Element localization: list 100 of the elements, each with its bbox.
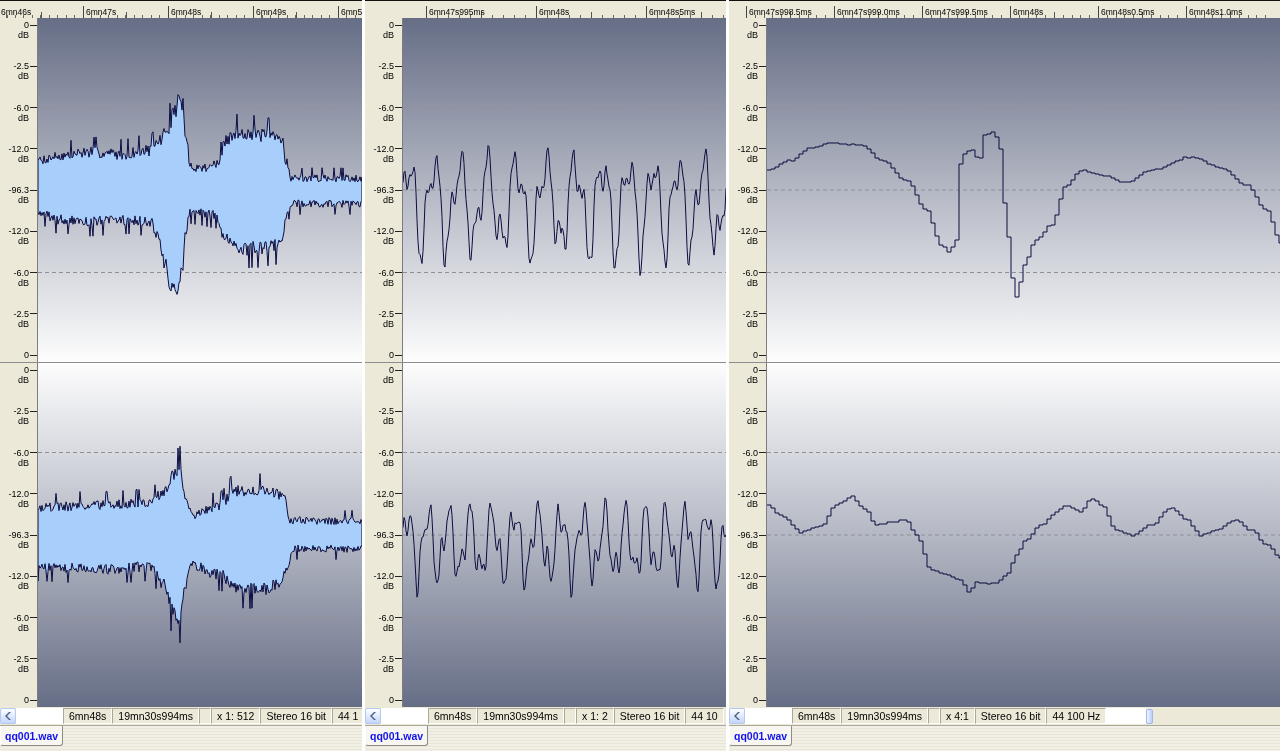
scale-value: -12.0 bbox=[737, 226, 758, 237]
scale-value: 0 bbox=[753, 20, 758, 30]
scale-unit: dB bbox=[18, 318, 29, 329]
scale-value: 0 bbox=[753, 350, 758, 360]
chevron-left-icon bbox=[370, 712, 376, 720]
scale-unit: dB bbox=[383, 318, 394, 329]
zoom-ratio: x 1: 2 bbox=[576, 708, 614, 724]
scale-unit: dB bbox=[747, 277, 758, 288]
scale-value: -96.3 bbox=[373, 530, 394, 540]
scale-unit: dB bbox=[383, 112, 394, 123]
scale-value: -6.0 bbox=[742, 267, 758, 278]
scale-unit: dB bbox=[383, 195, 394, 205]
scale-unit: dB bbox=[18, 498, 29, 509]
total-length: 19mn30s994ms bbox=[477, 708, 565, 724]
scale-value: -2.5 bbox=[13, 406, 29, 417]
file-tab[interactable]: qq001.wav bbox=[365, 726, 429, 746]
sample-rate: 44 100 Hz bbox=[1046, 708, 1107, 724]
scale-value: 0 bbox=[24, 350, 29, 360]
scale-value: -12.0 bbox=[373, 571, 394, 582]
scale-value: -6.0 bbox=[13, 447, 29, 458]
scale-value: -12.0 bbox=[373, 143, 394, 154]
scale-value: -2.5 bbox=[378, 653, 394, 664]
scale-unit: dB bbox=[18, 416, 29, 427]
audio-format: Stereo 16 bit bbox=[260, 708, 332, 724]
scale-value: -96.3 bbox=[737, 185, 758, 195]
scale-value: 0 bbox=[389, 20, 394, 30]
scale-unit: dB bbox=[383, 153, 394, 164]
playhead-time: 6mn48s bbox=[792, 708, 842, 724]
scale-value: -6.0 bbox=[742, 447, 758, 458]
scale-value: -2.5 bbox=[742, 61, 758, 72]
scale-value: -2.5 bbox=[378, 406, 394, 417]
time-label: 6mn47s998.5ms bbox=[749, 8, 812, 17]
time-label: 6mn47s999.5ms bbox=[925, 8, 988, 17]
scale-unit: dB bbox=[18, 112, 29, 123]
scale-unit: dB bbox=[383, 236, 394, 247]
scale-unit: dB bbox=[747, 112, 758, 123]
scale-value: -2.5 bbox=[13, 308, 29, 319]
scale-value: -6.0 bbox=[378, 447, 394, 458]
scale-value: 0 bbox=[753, 365, 758, 375]
scale-value: 0 bbox=[24, 20, 29, 30]
scale-unit: dB bbox=[747, 416, 758, 427]
scale-value: -6.0 bbox=[13, 267, 29, 278]
scrollbar-thumb[interactable] bbox=[1146, 708, 1154, 724]
scale-unit: dB bbox=[747, 30, 758, 40]
scale-unit: dB bbox=[747, 498, 758, 509]
scale-unit: dB bbox=[747, 540, 758, 550]
scale-value: -12.0 bbox=[737, 143, 758, 154]
scale-unit: dB bbox=[18, 195, 29, 205]
scale-unit: dB bbox=[383, 30, 394, 40]
scale-value: 0 bbox=[753, 695, 758, 705]
scale-value: -6.0 bbox=[742, 102, 758, 113]
time-label: 6mn48s bbox=[539, 8, 570, 17]
scale-unit: dB bbox=[747, 663, 758, 674]
time-label: 6mn48s0.5ms bbox=[1101, 8, 1155, 17]
scale-unit: dB bbox=[383, 416, 394, 427]
file-tab[interactable]: qq001.wav bbox=[729, 726, 793, 746]
scroll-left-button[interactable] bbox=[0, 708, 16, 724]
scale-unit: dB bbox=[383, 540, 394, 550]
scale-unit: dB bbox=[383, 375, 394, 385]
scale-value: 0 bbox=[24, 695, 29, 705]
scale-value: -6.0 bbox=[378, 267, 394, 278]
sample-rate: 44 10 bbox=[685, 708, 724, 724]
audio-format: Stereo 16 bit bbox=[613, 708, 686, 724]
scale-value: -6.0 bbox=[378, 102, 394, 113]
scale-value: -2.5 bbox=[378, 308, 394, 319]
scale-value: -2.5 bbox=[742, 406, 758, 417]
scale-unit: dB bbox=[18, 153, 29, 164]
scale-unit: dB bbox=[747, 195, 758, 205]
scale-unit: dB bbox=[747, 153, 758, 164]
scale-value: -2.5 bbox=[13, 653, 29, 664]
time-label: 6mn48s bbox=[1013, 8, 1044, 17]
scroll-left-button[interactable] bbox=[729, 708, 745, 724]
scale-unit: dB bbox=[747, 457, 758, 468]
scale-value: -96.3 bbox=[373, 185, 394, 195]
scale-unit: dB bbox=[18, 236, 29, 247]
scale-value: -6.0 bbox=[13, 102, 29, 113]
scale-value: -2.5 bbox=[378, 61, 394, 72]
scale-unit: dB bbox=[383, 581, 394, 592]
scale-unit: dB bbox=[747, 375, 758, 385]
chevron-left-icon bbox=[5, 712, 11, 720]
time-label: 6mn5 bbox=[341, 8, 362, 17]
scale-unit: dB bbox=[383, 457, 394, 468]
scale-unit: dB bbox=[18, 71, 29, 82]
scale-unit: dB bbox=[747, 71, 758, 82]
scale-value: -2.5 bbox=[742, 308, 758, 319]
scale-unit: dB bbox=[383, 277, 394, 288]
scale-value: -6.0 bbox=[742, 612, 758, 623]
time-label: 6mn48s1.0ms bbox=[1189, 8, 1243, 17]
sample-rate: 44 1 bbox=[332, 708, 362, 724]
time-label: 6mn47s999.0ms bbox=[837, 8, 900, 17]
scale-value: 0 bbox=[389, 350, 394, 360]
scale-value: 0 bbox=[389, 695, 394, 705]
scale-value: -6.0 bbox=[378, 612, 394, 623]
file-tab[interactable]: qq001.wav bbox=[0, 726, 64, 746]
scale-unit: dB bbox=[18, 622, 29, 633]
scale-value: -12.0 bbox=[737, 571, 758, 582]
scale-unit: dB bbox=[747, 581, 758, 592]
playhead-time: 6mn48s bbox=[428, 708, 478, 724]
scroll-left-button[interactable] bbox=[365, 708, 381, 724]
time-label: 6mn49s bbox=[256, 8, 287, 17]
